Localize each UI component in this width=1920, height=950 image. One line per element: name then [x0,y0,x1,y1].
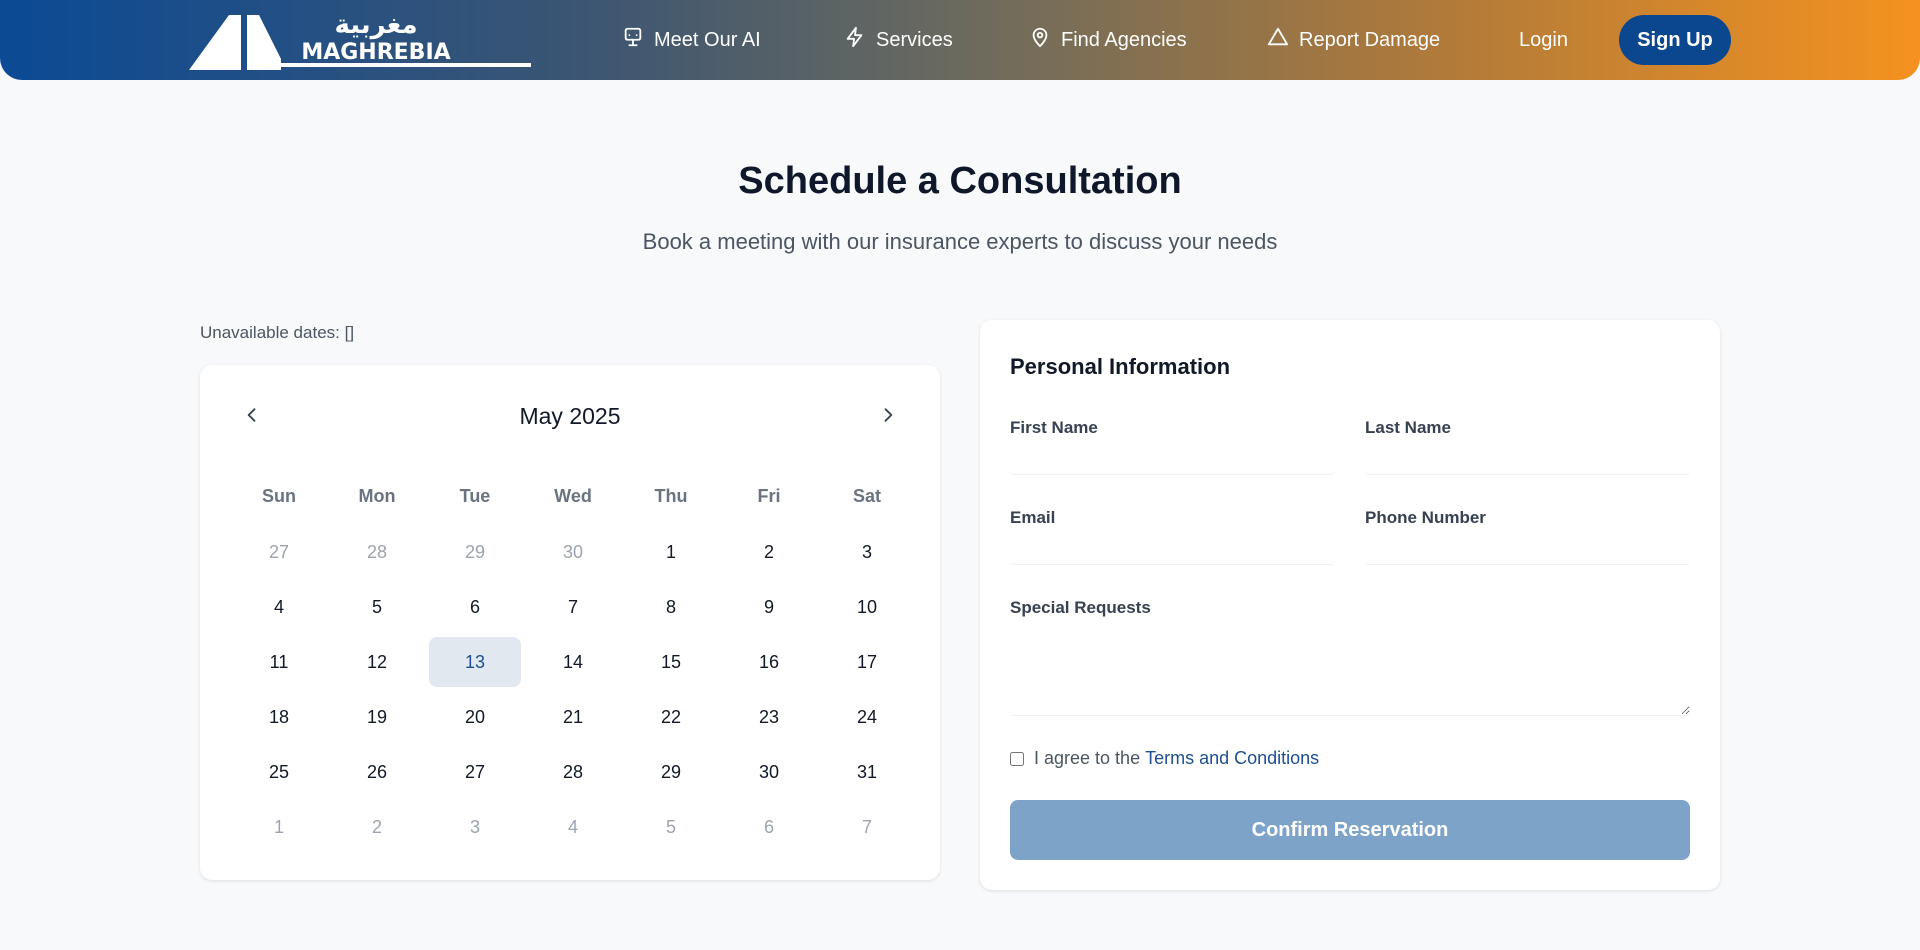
calendar-day[interactable]: 26 [331,747,423,797]
calendar-day[interactable]: 4 [527,802,619,852]
lightning-icon [844,26,866,54]
personal-information-form: Personal Information First Name Last Nam… [980,320,1720,890]
calendar-day[interactable]: 10 [821,582,913,632]
calendar: May 2025 Sun Mon Tue Wed Thu Fri Sat 27 28 29 30 1… [200,365,940,880]
calendar-day[interactable]: 25 [233,747,325,797]
calendar-day[interactable]: 11 [233,637,325,687]
calendar-day[interactable]: 6 [429,582,521,632]
calendar-day[interactable]: 23 [723,692,815,742]
top-navbar: مغربية MAGHREBIA Meet Our AI Services Fi… [0,0,1920,80]
page-subtitle: Book a meeting with our insurance expert… [642,229,1278,254]
unavailable-dates-text: Unavailable dates: [] [200,323,355,342]
nav-services[interactable]: Services [844,0,953,80]
first-name-field[interactable] [1010,441,1335,475]
special-requests-field[interactable] [1010,632,1690,716]
chevron-right-icon [878,405,898,430]
nav-report-damage[interactable]: Report Damage [1267,0,1440,80]
calendar-day[interactable]: 28 [527,747,619,797]
calendar-day[interactable]: 1 [233,802,325,852]
form-title: Personal Information [1010,354,1231,379]
weekday-label: Mon [358,486,396,506]
calendar-day[interactable]: 30 [723,747,815,797]
calendar-day[interactable]: 4 [233,582,325,632]
calendar-day[interactable]: 3 [429,802,521,852]
calendar-day[interactable]: 27 [233,527,325,577]
terms-agreement: I agree to the Terms and Conditions [1010,748,1319,769]
calendar-day[interactable]: 8 [625,582,717,632]
first-name-label: First Name [1010,418,1098,437]
confirm-reservation-button[interactable]: Confirm Reservation [1010,800,1690,860]
login-link[interactable]: Login [1519,0,1568,80]
calendar-day[interactable]: 1 [625,527,717,577]
warning-triangle-icon [1267,26,1289,54]
email-field[interactable] [1010,531,1335,565]
calendar-day[interactable]: 6 [723,802,815,852]
calendar-month-label: May 2025 [519,403,621,429]
next-month-button[interactable] [876,405,900,429]
terms-checkbox[interactable] [1010,751,1024,766]
weekday-label: Wed [554,486,592,506]
nav-find-agencies-label: Find Agencies [1061,28,1187,51]
monitor-icon [622,26,644,54]
calendar-day[interactable]: 29 [625,747,717,797]
calendar-day[interactable]: 14 [527,637,619,687]
login-label: Login [1519,28,1568,51]
map-pin-icon [1029,26,1051,54]
page-title: Schedule a Consultation [738,160,1182,202]
calendar-day[interactable]: 31 [821,747,913,797]
calendar-day[interactable]: 9 [723,582,815,632]
terms-prefix-text: I agree to the [1034,748,1141,768]
nav-meet-our-ai-label: Meet Our AI [654,28,761,51]
calendar-day[interactable]: 21 [527,692,619,742]
calendar-day[interactable]: 27 [429,747,521,797]
terms-link[interactable]: Terms and Conditions [1145,748,1319,769]
weekday-label: Fri [757,486,781,506]
weekday-label: Tue [459,486,491,506]
calendar-day-selected[interactable]: 13 [429,637,521,687]
calendar-day[interactable]: 22 [625,692,717,742]
nav-report-damage-label: Report Damage [1299,28,1441,51]
calendar-day[interactable]: 19 [331,692,423,742]
calendar-day[interactable]: 3 [821,527,913,577]
email-label: Email [1010,508,1056,527]
nav-find-agencies[interactable]: Find Agencies [1029,0,1187,80]
calendar-day[interactable]: 29 [429,527,521,577]
sign-up-button[interactable]: Sign Up [1619,15,1731,65]
last-name-label: Last Name [1365,418,1451,437]
calendar-day[interactable]: 5 [625,802,717,852]
last-name-field[interactable] [1365,441,1690,475]
calendar-day[interactable]: 24 [821,692,913,742]
calendar-day[interactable]: 30 [527,527,619,577]
calendar-day[interactable]: 20 [429,692,521,742]
calendar-day[interactable]: 17 [821,637,913,687]
nav-meet-our-ai[interactable]: Meet Our AI [622,0,761,80]
calendar-day[interactable]: 2 [331,802,423,852]
nav-services-label: Services [876,28,953,51]
calendar-day[interactable]: 7 [821,802,913,852]
special-requests-label: Special Requests [1010,598,1151,617]
calendar-day[interactable]: 18 [233,692,325,742]
weekday-label: Sat [852,486,881,506]
calendar-day[interactable]: 5 [331,582,423,632]
calendar-day[interactable]: 15 [625,637,717,687]
calendar-day[interactable]: 12 [331,637,423,687]
calendar-day[interactable]: 7 [527,582,619,632]
weekday-label: Thu [654,486,688,506]
calendar-day[interactable]: 2 [723,527,815,577]
logo-arabic-text: مغربية [334,13,417,40]
weekday-label: Sun [262,486,296,506]
phone-number-field[interactable] [1365,531,1690,565]
phone-number-label: Phone Number [1365,508,1486,527]
logo-brand-text: MAGHREBIA [301,40,450,65]
maghrebia-logo-graphic: مغربية MAGHREBIA [189,13,531,70]
calendar-day[interactable]: 16 [723,637,815,687]
maghrebia-logo[interactable]: مغربية MAGHREBIA [189,13,531,71]
calendar-day[interactable]: 28 [331,527,423,577]
